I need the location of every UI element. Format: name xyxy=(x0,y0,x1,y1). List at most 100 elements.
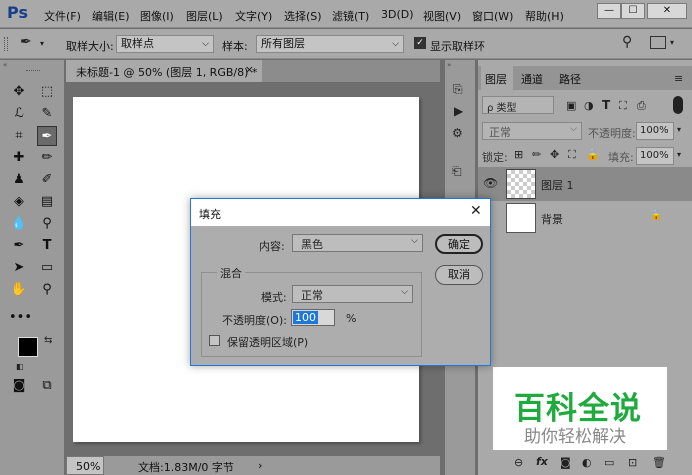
actions-panel-play-icon[interactable]: ▶ xyxy=(454,104,463,118)
type-tool-icon[interactable]: T xyxy=(37,236,57,256)
visibility-eye-icon[interactable]: 👁 xyxy=(483,176,498,190)
fx-icon[interactable]: fx xyxy=(536,455,548,468)
lock-all-icon[interactable]: 🔒 xyxy=(586,148,600,161)
menu-select[interactable]: 选择(S) xyxy=(284,8,322,24)
cancel-button[interactable]: 取消 xyxy=(435,265,483,285)
link-layers-icon[interactable]: ⊖ xyxy=(514,456,523,469)
panel-menu-icon[interactable]: ≡ xyxy=(674,72,683,85)
close-window-button[interactable]: ✕ xyxy=(647,3,687,19)
fill-field[interactable]: 100% xyxy=(636,147,674,165)
expand-panels-icon[interactable]: » xyxy=(447,61,451,69)
tab-paths[interactable]: 路径 xyxy=(559,71,581,87)
mode-select[interactable]: 正常 ⌵ xyxy=(292,285,413,303)
options-grip[interactable] xyxy=(4,37,8,51)
toolbox-grip[interactable] xyxy=(26,70,40,71)
filter-type-icon[interactable]: T xyxy=(602,98,610,112)
lock-transparent-icon[interactable]: ⊞ xyxy=(514,148,523,161)
menu-image[interactable]: 图像(I) xyxy=(140,8,174,24)
quick-mask-icon[interactable]: ◙ xyxy=(9,376,29,396)
blend-mode-select[interactable]: 正常 ⌵ xyxy=(482,122,582,140)
foreground-color-swatch[interactable] xyxy=(18,337,38,357)
zoom-tool-icon[interactable]: ⚲ xyxy=(37,280,57,300)
workspace-chevron-down-icon[interactable]: ▾ xyxy=(670,38,674,47)
menu-view[interactable]: 视图(V) xyxy=(423,8,461,24)
history-panel-icon[interactable]: ⎘ xyxy=(453,82,463,97)
opacity-chevron-down-icon[interactable]: ▾ xyxy=(677,125,681,134)
screen-mode-icon[interactable]: ⧉ xyxy=(37,376,57,396)
eraser-tool-icon[interactable]: ◈ xyxy=(9,192,29,212)
layer-row-background[interactable]: 背景 🔒 xyxy=(478,201,692,235)
opacity-field[interactable]: 100% xyxy=(636,122,674,140)
collapse-toolbox-icon[interactable]: « xyxy=(3,61,7,69)
quick-select-tool-icon[interactable]: ✎ xyxy=(37,104,57,124)
clone-stamp-tool-icon[interactable]: ♟ xyxy=(9,170,29,190)
eyedropper-tool-selected-icon[interactable]: ✒ xyxy=(37,126,57,146)
workspace-icon[interactable] xyxy=(650,36,666,49)
fill-chevron-down-icon[interactable]: ▾ xyxy=(677,150,681,159)
minimize-button[interactable]: — xyxy=(597,3,621,19)
search-icon[interactable]: ⚲ xyxy=(622,34,632,50)
layer-row-layer1[interactable]: 👁 图层 1 xyxy=(478,167,692,201)
menu-type[interactable]: 文字(Y) xyxy=(235,8,272,24)
menu-window[interactable]: 窗口(W) xyxy=(472,8,513,24)
preserve-transparency-checkbox[interactable] xyxy=(209,335,220,346)
ok-button[interactable]: 确定 xyxy=(435,234,483,254)
menu-layer[interactable]: 图层(L) xyxy=(186,8,223,24)
sample-select[interactable]: 所有图层 ⌵ xyxy=(256,35,404,53)
gradient-tool-icon[interactable]: ▤ xyxy=(37,192,57,212)
filter-toggle-switch[interactable] xyxy=(673,96,683,114)
dialog-titlebar[interactable]: 填充 ✕ xyxy=(191,199,490,226)
filter-shape-icon[interactable]: ⛶ xyxy=(619,99,627,113)
healing-brush-tool-icon[interactable]: ✚ xyxy=(9,148,29,168)
new-group-folder-icon[interactable]: ▭ xyxy=(604,456,614,469)
menu-3d[interactable]: 3D(D) xyxy=(381,8,414,21)
menu-edit[interactable]: 编辑(E) xyxy=(92,8,130,24)
history-brush-tool-icon[interactable]: ✐ xyxy=(37,170,57,190)
background-layer-name[interactable]: 背景 xyxy=(541,211,563,227)
dialog-close-icon[interactable]: ✕ xyxy=(470,203,482,219)
marquee-tool-icon[interactable]: ⬚ xyxy=(37,82,57,102)
properties-panel-icon[interactable]: ⚙ xyxy=(452,126,463,140)
pen-tool-icon[interactable]: ✒ xyxy=(9,236,29,256)
trash-icon[interactable]: 🗑 xyxy=(652,456,666,469)
tab-channels[interactable]: 通道 xyxy=(521,71,543,87)
dialog-opacity-input[interactable]: 100 xyxy=(291,309,335,326)
document-tab[interactable]: 未标题-1 @ 50% (图层 1, RGB/8) * × xyxy=(66,60,262,82)
crop-tool-icon[interactable]: ⌗ xyxy=(9,126,29,146)
tab-layers[interactable]: 图层 xyxy=(485,71,507,87)
layer-filter-kind-select[interactable]: ρ 类型 xyxy=(482,96,554,114)
default-colors-icon[interactable]: ◧ xyxy=(16,362,24,371)
tool-preset-chevron-down-icon[interactable]: ▾ xyxy=(40,39,44,48)
filter-pixel-icon[interactable]: ▣ xyxy=(566,99,576,112)
show-ring-checkbox[interactable]: ✓ xyxy=(414,37,426,49)
menu-filter[interactable]: 滤镜(T) xyxy=(332,8,369,24)
lasso-tool-icon[interactable]: ℒ xyxy=(9,104,29,124)
sample-size-select[interactable]: 取样点 ⌵ xyxy=(116,35,214,53)
character-panel-icon[interactable]: ⎗ xyxy=(452,164,462,179)
menu-help[interactable]: 帮助(H) xyxy=(525,8,564,24)
status-chevron-right-icon[interactable]: › xyxy=(258,459,262,472)
filter-smart-object-icon[interactable]: ⎙ xyxy=(637,99,646,113)
close-tab-icon[interactable]: × xyxy=(245,63,254,76)
menu-file[interactable]: 文件(F) xyxy=(44,8,81,24)
dodge-tool-icon[interactable]: ⚲ xyxy=(37,214,57,234)
new-layer-icon[interactable]: ⊡ xyxy=(628,456,637,469)
brush-tool-icon[interactable]: ✏ xyxy=(37,148,57,168)
path-selection-tool-icon[interactable]: ➤ xyxy=(9,258,29,278)
lock-artboard-icon[interactable]: ⛶ xyxy=(568,148,576,162)
more-tools-icon[interactable]: ••• xyxy=(9,308,32,328)
content-select[interactable]: 黑色 ⌵ xyxy=(292,234,423,252)
eyedropper-tool-icon[interactable]: ✒ xyxy=(20,34,32,50)
layer1-name[interactable]: 图层 1 xyxy=(541,177,574,193)
swap-colors-icon[interactable]: ⇆ xyxy=(44,335,52,346)
filter-adjustment-icon[interactable]: ◑ xyxy=(584,99,594,112)
maximize-button[interactable]: ☐ xyxy=(621,3,645,19)
rectangle-tool-icon[interactable]: ▭ xyxy=(37,258,57,278)
zoom-level-field[interactable]: 50% xyxy=(66,456,104,475)
add-mask-icon[interactable]: ◙ xyxy=(560,456,571,469)
hand-tool-icon[interactable]: ✋ xyxy=(9,280,29,300)
new-adjustment-icon[interactable]: ◐ xyxy=(582,456,592,469)
blur-tool-icon[interactable]: 💧 xyxy=(9,214,29,234)
lock-position-icon[interactable]: ✥ xyxy=(550,148,559,161)
lock-image-icon[interactable]: ✏ xyxy=(532,148,541,161)
